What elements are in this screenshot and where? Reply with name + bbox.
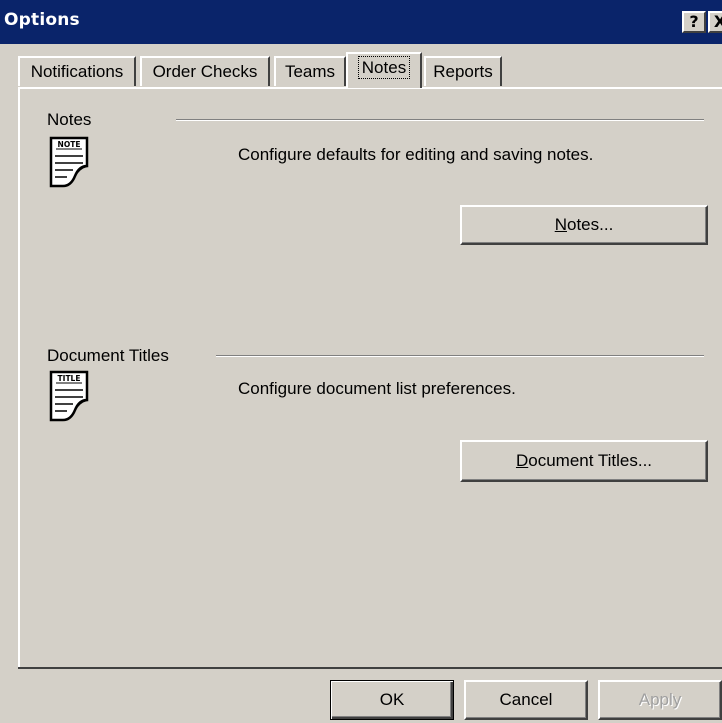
notes-button-mnemonic: N — [554, 215, 567, 234]
tab-teams[interactable]: Teams — [274, 56, 346, 86]
notes-group-label: Notes — [47, 110, 92, 129]
tab-label: Reports — [433, 62, 493, 81]
ok-button[interactable]: OK — [330, 680, 454, 720]
document-titles-group-label: Document Titles — [47, 346, 169, 365]
apply-button: Apply — [598, 680, 722, 720]
tab-label: Notifications — [30, 62, 124, 81]
note-document-icon: NOTE — [49, 136, 89, 188]
note-icon-label: NOTE — [58, 140, 81, 149]
notes-tab-panel — [18, 87, 722, 667]
tab-notes[interactable]: Notes — [346, 52, 422, 88]
notes-button-label: otes... — [566, 215, 614, 234]
tab-order-checks[interactable]: Order Checks — [140, 56, 270, 86]
tab-reports[interactable]: Reports — [424, 56, 502, 86]
document-titles-button[interactable]: Document Titles... — [460, 440, 708, 482]
document-titles-description: Configure document list preferences. — [238, 379, 516, 398]
cancel-button[interactable]: Cancel — [464, 680, 588, 720]
title-bar: Options ? X — [0, 0, 722, 44]
window-title: Options — [4, 10, 80, 30]
title-icon-label: TITLE — [58, 374, 81, 383]
title-document-icon: TITLE — [49, 370, 89, 422]
panel-bottom-edge — [18, 667, 722, 669]
document-titles-button-mnemonic: D — [515, 451, 529, 470]
tab-notifications[interactable]: Notifications — [18, 56, 136, 86]
notes-group-divider — [176, 119, 704, 121]
notes-description: Configure defaults for editing and savin… — [238, 145, 594, 164]
help-button[interactable]: ? — [682, 11, 706, 33]
tab-label: Order Checks — [152, 62, 258, 81]
document-titles-button-label: ocument Titles... — [528, 451, 653, 470]
options-dialog: Options ? X Notifications Order Checks T… — [0, 0, 722, 723]
tab-label: Notes — [357, 56, 411, 79]
notes-button[interactable]: Notes... — [460, 205, 708, 245]
close-button[interactable]: X — [708, 11, 722, 33]
tab-label: Teams — [284, 62, 336, 81]
document-titles-group-divider — [216, 355, 704, 357]
